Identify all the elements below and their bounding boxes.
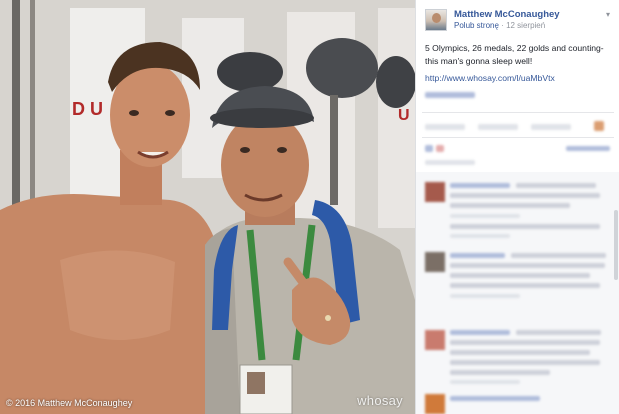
post-date[interactable]: 12 sierpień (506, 21, 545, 30)
commenter-avatar[interactable] (425, 330, 445, 350)
blurred-comment-text (450, 273, 590, 278)
blurred-action-like[interactable] (425, 124, 465, 130)
blurred-action-share[interactable] (531, 124, 571, 130)
blurred-share-count[interactable] (566, 146, 610, 151)
commenter-avatar[interactable] (425, 394, 445, 414)
blurred-comment-actions[interactable] (450, 294, 520, 298)
blurred-commenter-name[interactable] (450, 253, 505, 258)
blurred-comment-actions[interactable] (450, 234, 510, 238)
blurred-previous-comments[interactable] (425, 160, 475, 165)
blurred-action-comment[interactable] (478, 124, 518, 130)
blurred-reaction-icon (436, 145, 444, 152)
author-name-link[interactable]: Matthew McConaughey (454, 9, 560, 20)
blurred-comment-text (450, 203, 570, 208)
post-meta: Polub stronę · 12 sierpień (454, 21, 545, 30)
blurred-comment-text (450, 283, 600, 288)
commenter-avatar[interactable] (425, 252, 445, 272)
blurred-commenter-name[interactable] (450, 183, 510, 188)
post-text: 5 Olympics, 26 medals, 22 golds and coun… (425, 43, 604, 66)
blurred-comment-text (450, 370, 550, 375)
divider (422, 112, 614, 113)
meta-separator: · (501, 21, 504, 30)
divider (422, 137, 614, 138)
blurred-commenter-name[interactable] (450, 396, 540, 401)
blurred-comment-text (450, 350, 590, 355)
svg-text:U: U (398, 107, 410, 124)
blurred-comment-text (516, 330, 601, 335)
photo-scene: D U U (0, 0, 415, 414)
comments-list (416, 172, 619, 414)
blurred-comment-actions[interactable] (450, 380, 520, 384)
blurred-translation-link[interactable] (425, 92, 475, 98)
blurred-commenter-name[interactable] (450, 330, 510, 335)
whosay-watermark: whosay (357, 393, 403, 408)
blurred-page-icon[interactable] (594, 121, 604, 131)
blurred-comment-text (450, 193, 600, 198)
blurred-comment-text (450, 224, 600, 229)
post-side-panel: Matthew McConaughey Polub stronę · 12 si… (415, 0, 619, 414)
commenter-avatar[interactable] (425, 182, 445, 202)
blurred-comment-text (511, 253, 606, 258)
blurred-reaction-icon (425, 145, 433, 152)
chevron-down-icon[interactable]: ▾ (606, 10, 610, 19)
author-avatar[interactable] (425, 9, 447, 31)
comments-scrollbar[interactable] (614, 210, 618, 280)
blurred-comment-text (450, 340, 600, 345)
like-page-link[interactable]: Polub stronę (454, 21, 499, 30)
blurred-comment-text (516, 183, 596, 188)
blurred-comment-actions[interactable] (450, 214, 520, 218)
post-photo[interactable]: D U U © 2016 Matthew McConaughey whosay (0, 0, 415, 414)
svg-text:D U: D U (72, 99, 103, 119)
post-header: Matthew McConaughey Polub stronę · 12 si… (416, 0, 619, 36)
photo-credit: © 2016 Matthew McConaughey (6, 398, 133, 408)
post-link[interactable]: http://www.whosay.com/l/uaMbVtx (425, 73, 555, 83)
blurred-comment-text (450, 263, 605, 268)
blurred-comment-text (450, 360, 600, 365)
